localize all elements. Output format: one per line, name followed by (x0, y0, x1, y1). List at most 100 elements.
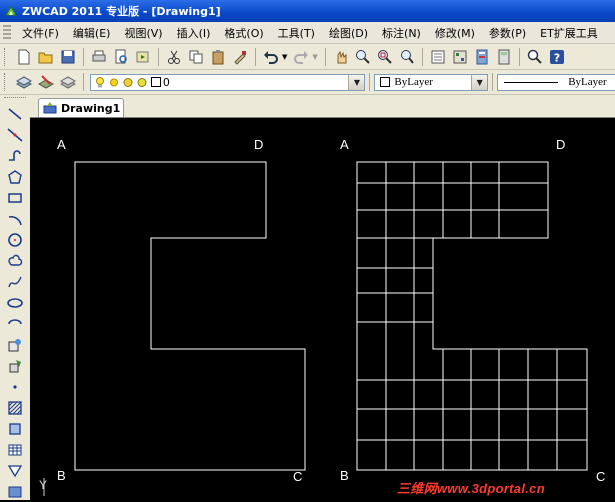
layer-previous-icon[interactable] (59, 74, 76, 90)
toolbar-grip[interactable] (4, 47, 9, 66)
color-dropdown[interactable]: ByLayer ▼ (374, 73, 489, 91)
menu-et-extensions[interactable]: ET扩展工具 (533, 25, 605, 41)
pan-realtime-icon[interactable] (333, 49, 349, 65)
zoom-previous-icon[interactable] (399, 49, 415, 65)
left-label-a: A (57, 137, 66, 152)
publish-icon[interactable] (135, 49, 151, 65)
point-tool[interactable] (5, 377, 25, 397)
svg-text:?: ? (554, 51, 560, 64)
menu-modify[interactable]: 修改(M) (428, 25, 482, 41)
print-preview-icon[interactable] (113, 49, 129, 65)
help-icon[interactable]: ? (549, 49, 565, 65)
left-shape-outline[interactable] (74, 161, 306, 471)
toolbar-separator (82, 73, 84, 91)
menu-bar: 文件(F) 编辑(E) 视图(V) 插入(I) 格式(O) 工具(T) 绘图(D… (0, 22, 615, 44)
insert-block-tool[interactable] (5, 335, 25, 355)
menu-tools[interactable]: 工具(T) (271, 25, 322, 41)
layer-state-icon[interactable] (37, 74, 54, 90)
menu-dimension[interactable]: 标注(N) (375, 25, 428, 41)
arc-tool[interactable] (5, 209, 25, 229)
menu-format[interactable]: 格式(O) (217, 25, 270, 41)
watermark: 三维网www.3dportal.cn (397, 481, 545, 496)
table-tool[interactable] (5, 440, 25, 460)
color-dropdown-arrow-icon[interactable]: ▼ (471, 74, 488, 90)
menu-view[interactable]: 视图(V) (117, 25, 169, 41)
zoom-realtime-icon[interactable] (355, 49, 371, 65)
ellipse-icon (7, 298, 23, 308)
polygon-tool[interactable] (5, 167, 25, 187)
paste-icon[interactable] (210, 49, 226, 65)
zoom-window-icon[interactable] (377, 49, 393, 65)
color-value: ByLayer (394, 76, 433, 88)
layer-on-lightbulb-icon[interactable] (94, 76, 106, 89)
zoom-find-icon[interactable] (527, 49, 543, 65)
new-file-icon[interactable] (16, 49, 32, 65)
design-center-icon[interactable] (452, 49, 468, 65)
print-icon[interactable] (91, 49, 107, 65)
drawing-file-icon (43, 102, 57, 114)
ellipse-arc-tool[interactable] (5, 314, 25, 334)
spline-icon (8, 276, 22, 288)
make-block-tool[interactable] (5, 356, 25, 376)
menu-parameters[interactable]: 参数(P) (482, 25, 533, 41)
line-tool[interactable] (5, 104, 25, 124)
undo-dropdown-icon[interactable]: ▼ (282, 53, 287, 61)
toolbar-separator (158, 47, 159, 66)
ellipse-tool[interactable] (5, 293, 25, 313)
layer-viewport-sun-icon[interactable] (122, 76, 134, 89)
linetype-dropdown[interactable]: ByLayer (497, 73, 615, 91)
menu-draw[interactable]: 绘图(D) (322, 25, 375, 41)
match-properties-icon[interactable] (232, 49, 248, 65)
copy-icon[interactable] (188, 49, 204, 65)
menu-grip[interactable] (3, 25, 11, 40)
construction-line-icon (7, 128, 23, 142)
standard-toolbar: ▼ ▼ ? (0, 44, 615, 70)
undo-icon[interactable] (263, 49, 279, 65)
menu-insert[interactable]: 插入(I) (170, 25, 218, 41)
toolbar-grip[interactable] (4, 73, 9, 91)
line-icon (8, 108, 22, 120)
region-tool[interactable] (5, 419, 25, 439)
properties-icon[interactable] (430, 49, 446, 65)
tool-palettes-icon[interactable] (474, 49, 490, 65)
toolbar-more-icon (8, 486, 22, 498)
hatch-tool[interactable] (5, 398, 25, 418)
layer-freeze-sun-icon[interactable] (108, 76, 120, 89)
construction-line-tool[interactable] (5, 125, 25, 145)
right-shape-outline[interactable] (356, 161, 588, 471)
cut-icon[interactable] (166, 49, 182, 65)
redo-icon[interactable] (293, 49, 309, 65)
revision-cloud-icon (8, 254, 23, 266)
menu-file[interactable]: 文件(F) (15, 25, 66, 41)
layer-dropdown-arrow-icon[interactable]: ▼ (348, 74, 365, 90)
save-icon[interactable] (60, 49, 76, 65)
rectangle-tool[interactable] (5, 188, 25, 208)
redo-dropdown-icon[interactable]: ▼ (312, 53, 317, 61)
tab-drawing1[interactable]: Drawing1 (38, 98, 124, 117)
toolbar-grip[interactable] (4, 97, 26, 102)
layer-lock-icon[interactable] (136, 76, 148, 89)
toolbar-more-tool[interactable] (5, 482, 25, 502)
multiline-text-tool[interactable] (5, 461, 25, 481)
insert-block-icon (8, 339, 21, 352)
left-label-b: B (57, 468, 66, 483)
menu-edit[interactable]: 编辑(E) (66, 25, 118, 41)
region-icon (9, 423, 21, 435)
polyline-tool[interactable] (5, 146, 25, 166)
circle-icon (8, 233, 22, 247)
drawing-canvas[interactable]: A D B C A D B C Y (30, 118, 615, 500)
circle-tool[interactable] (5, 230, 25, 250)
toolbar-separator (369, 73, 371, 91)
layer-dropdown[interactable]: 0 ▼ (89, 73, 366, 91)
open-file-icon[interactable] (38, 49, 54, 65)
left-label-c: C (293, 469, 303, 484)
ucs-y-label: Y (39, 478, 48, 492)
spline-tool[interactable] (5, 272, 25, 292)
revision-cloud-tool[interactable] (5, 251, 25, 271)
left-label-d: D (254, 137, 264, 152)
right-label-a: A (340, 137, 349, 152)
hatch-icon (8, 401, 22, 415)
drawing-area-svg[interactable] (30, 118, 615, 500)
calculator-icon[interactable] (496, 49, 512, 65)
layer-manager-icon[interactable] (16, 74, 32, 90)
